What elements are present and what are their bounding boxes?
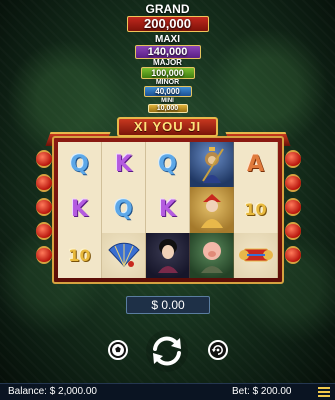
lantern-icon [36,198,52,216]
jackpot-maxi-label: MAXI [155,34,180,45]
symbol-q: Q [146,142,190,188]
lantern-icon [285,246,301,264]
turbo-button[interactable] [208,340,228,360]
lantern-icon [285,150,301,168]
symbol-k: K [146,187,190,233]
jackpot-minor-label: MINOR [155,79,180,86]
lantern-icon [285,174,301,192]
status-bar: Balance: $ 2,000.00 Bet: $ 200.00 [0,383,335,400]
symbol-k: K [58,187,102,233]
jackpot-grand-value: 200,000 [126,16,209,32]
symbol-scroll [234,232,278,278]
hamburger-icon[interactable] [318,387,330,397]
jackpot-minor: MINOR 40,000 [143,79,192,97]
spin-button[interactable] [146,330,188,372]
lantern-icon [285,222,301,240]
win-amount: $ 0.00 [126,296,210,314]
lantern-icon [36,222,52,240]
symbol-10: 10 [234,187,278,233]
symbol-lady [146,232,190,278]
reel-frame: Q K Q A K Q K 10 10 [52,136,284,284]
symbol-k: K [102,142,146,188]
lantern-icon [285,198,301,216]
jackpot-major-value: 100,000 [140,67,195,79]
autoplay-button[interactable] [108,340,128,360]
symbol-10: 10 [58,232,102,278]
lantern-icon [36,150,52,168]
lantern-icon [36,246,52,264]
symbol-monkey [190,142,234,188]
jackpot-major-label: MAJOR [153,58,182,67]
bet-label[interactable]: Bet: $ 200.00 [232,384,292,400]
jackpot-grand: GRAND 200,000 [126,2,209,32]
lantern-icon [36,174,52,192]
reel-grid: Q K Q A K Q K 10 10 [58,142,278,278]
lanterns-right [285,150,301,264]
game-title: XI YOU JI [117,117,218,137]
rotate-icon [211,345,223,355]
jackpot-minor-value: 40,000 [143,86,192,97]
jackpot-grand-label: GRAND [145,2,190,16]
symbol-pig [190,232,234,278]
symbol-monk [190,187,234,233]
jackpot-major: MAJOR 100,000 [140,58,195,79]
jackpot-maxi: MAXI 140,000 [134,34,201,59]
jackpot-mini-value: 10,000 [147,104,188,113]
jackpot-mini: MINI 10,000 [147,98,188,113]
symbol-a: A [234,142,278,188]
jackpot-maxi-value: 140,000 [134,45,201,59]
refresh-icon [153,336,181,366]
symbol-q: Q [58,142,102,188]
symbol-q: Q [102,187,146,233]
lanterns-left [36,150,52,264]
soccer-ball-icon [111,343,125,357]
balance-label: Balance: $ 2,000.00 [8,386,97,397]
symbol-fan [102,232,146,278]
